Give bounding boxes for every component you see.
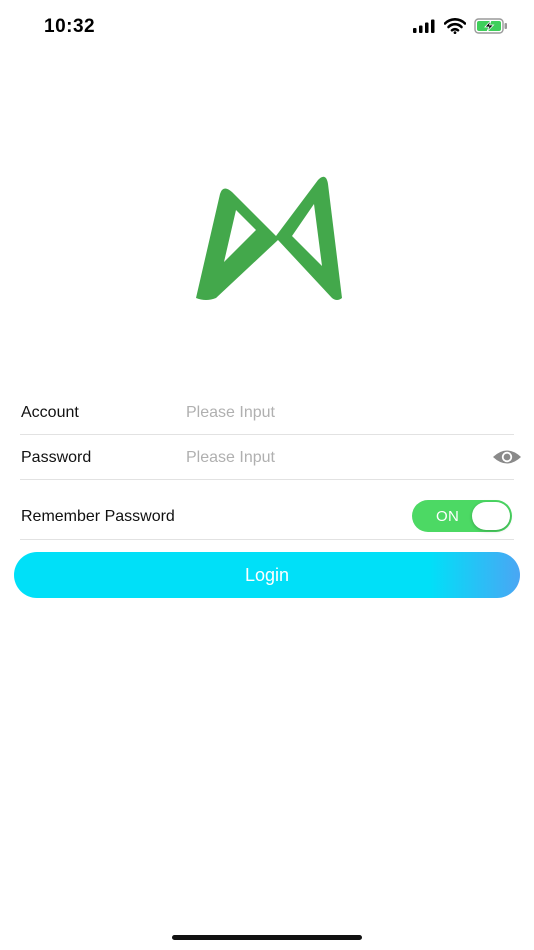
status-icons (412, 18, 508, 34)
account-input[interactable] (186, 399, 476, 427)
eye-icon[interactable] (492, 447, 522, 467)
password-label: Password (21, 449, 92, 466)
toggle-knob (472, 502, 510, 530)
remember-password-toggle[interactable]: ON (412, 500, 512, 532)
cellular-signal-icon (413, 19, 435, 33)
remember-password-label: Remember Password (21, 508, 175, 525)
login-button[interactable]: Login (14, 552, 520, 598)
app-logo-icon (196, 176, 342, 300)
password-row: Password (20, 435, 521, 480)
battery-charging-icon (474, 18, 507, 34)
account-label: Account (21, 404, 79, 421)
account-row: Account (20, 390, 514, 435)
password-input[interactable] (186, 444, 476, 472)
remember-password-row: Remember Password ON (20, 492, 514, 540)
status-bar: 10:32 (0, 0, 534, 56)
toggle-state-text: ON (436, 508, 460, 525)
wifi-icon (444, 18, 466, 34)
status-time: 10:32 (44, 16, 96, 37)
home-indicator (172, 935, 362, 940)
